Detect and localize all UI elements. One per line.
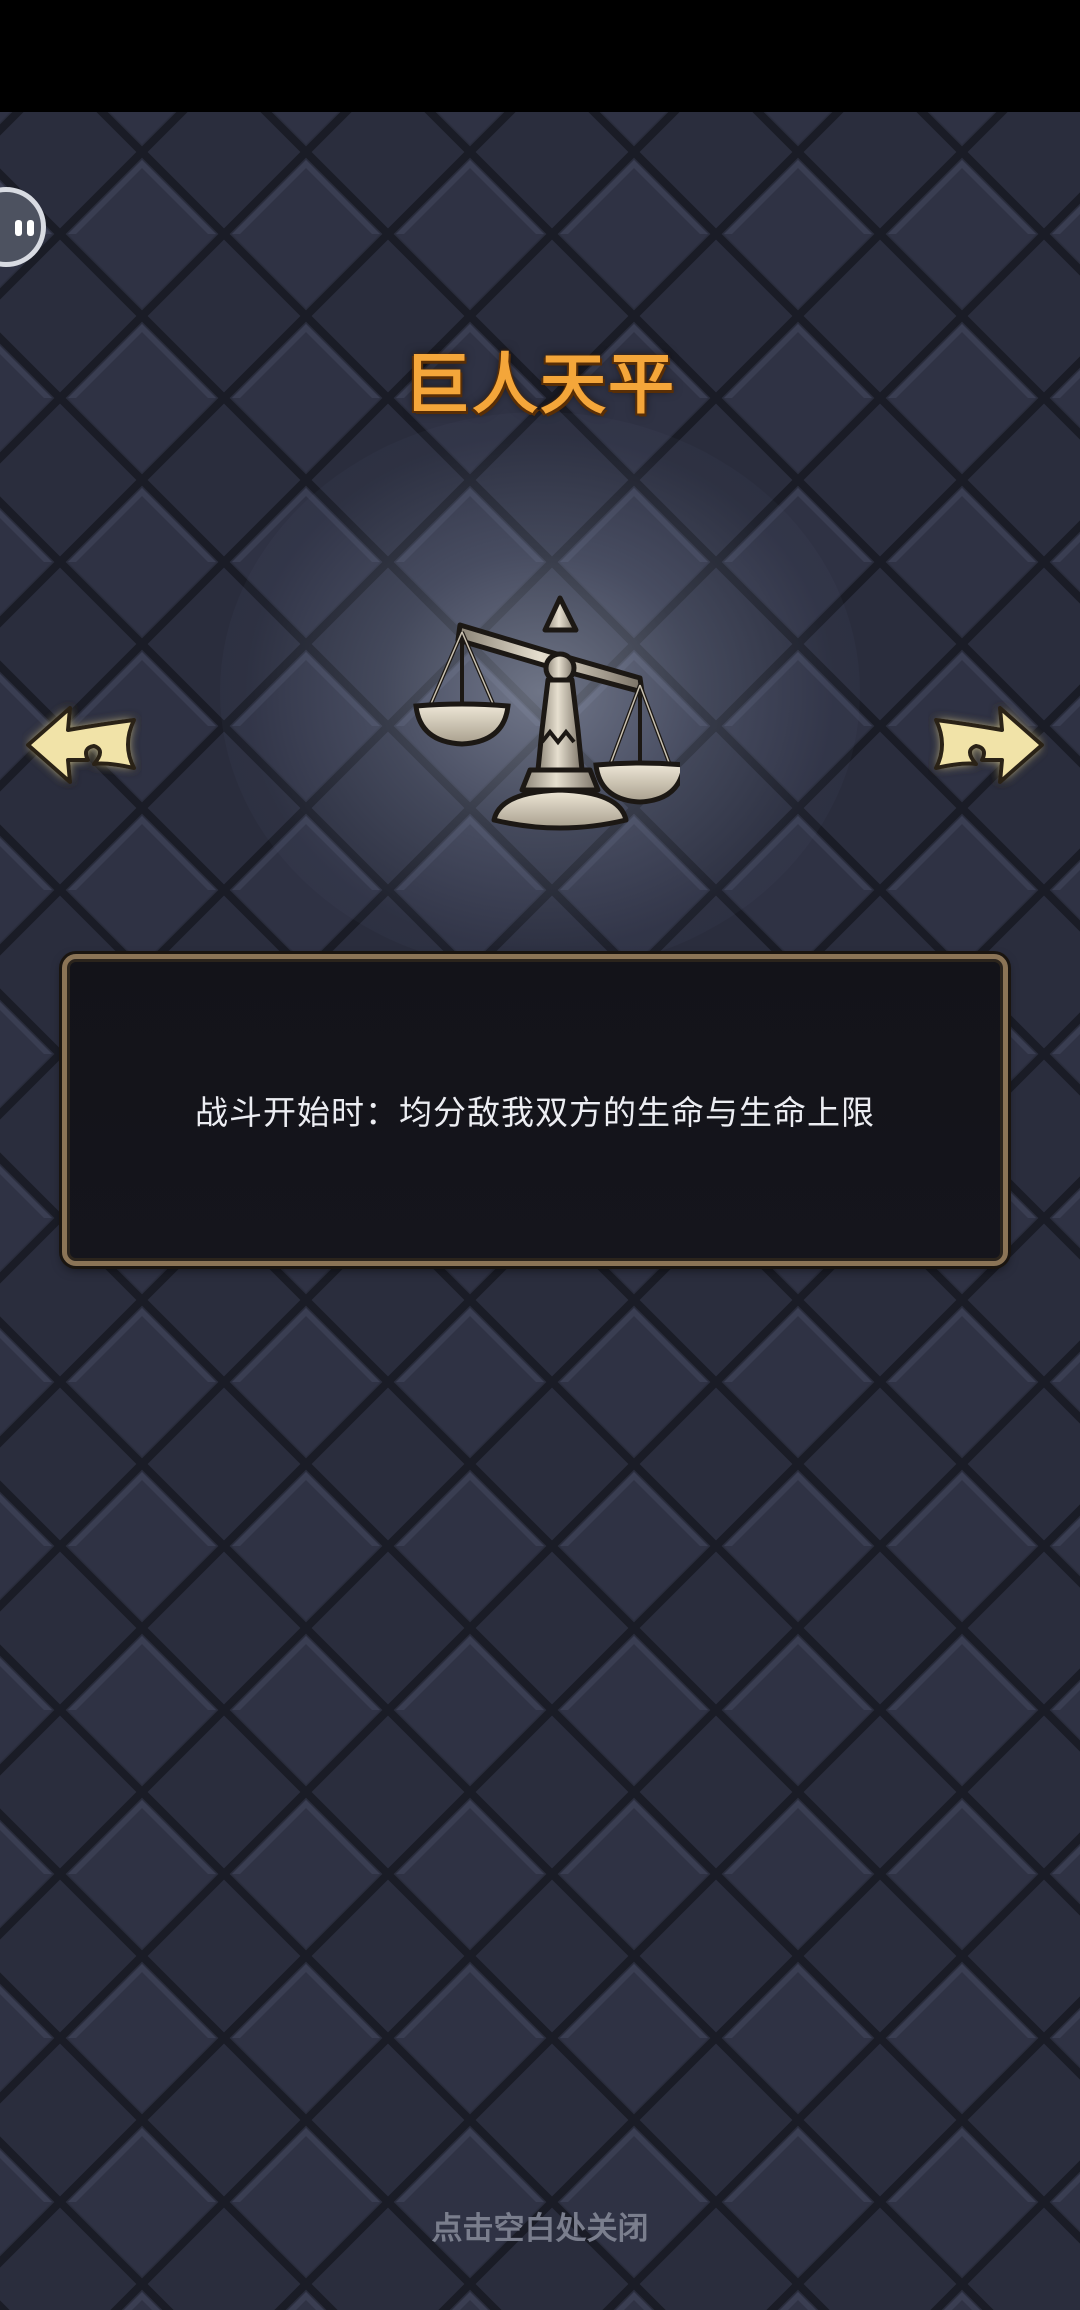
balance-scale-icon: [413, 595, 680, 831]
description-panel: 战斗开始时：均分敌我双方的生命与生命上限: [62, 954, 1008, 1266]
close-hint: 点击空白处关闭: [431, 2211, 649, 2247]
floating-assistant-icon-dot: [27, 220, 34, 236]
floating-assistant-icon: [15, 220, 22, 236]
previous-arrow-button[interactable]: [22, 700, 142, 790]
relic-description: 战斗开始时：均分敌我双方的生命与生命上限: [195, 1093, 875, 1132]
arrow-left-icon: [26, 706, 136, 784]
screen: 巨人天平 战斗开始时：均分敌我双方的生命与生命上限 点击空白处关闭: [0, 0, 1080, 2310]
relic-title: 巨人天平: [404, 346, 676, 423]
status-bar: [0, 0, 1080, 112]
next-arrow-button[interactable]: [928, 700, 1048, 790]
arrow-right-icon: [934, 706, 1044, 784]
